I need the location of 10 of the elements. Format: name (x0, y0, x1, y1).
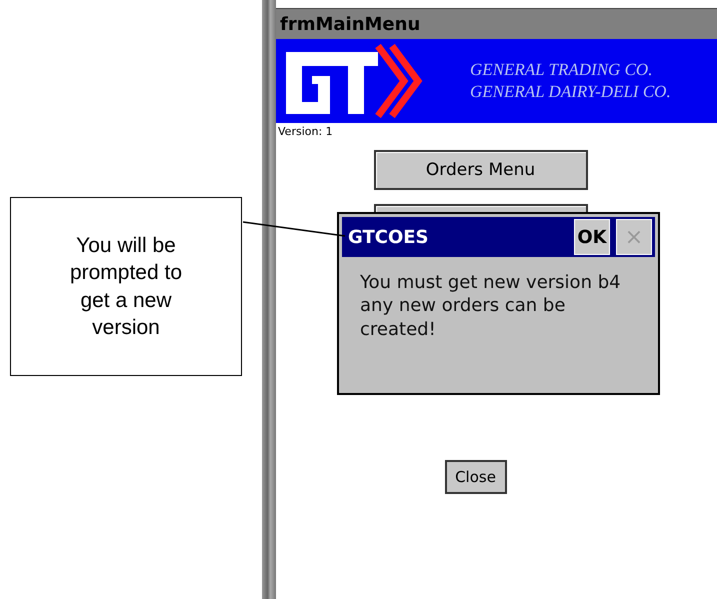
callout-text: You will be prompted to get a new version (10, 197, 242, 376)
company-name: GENERAL DAIRY-DELI CO. (470, 81, 671, 103)
dialog-title: GTCOES (348, 226, 430, 248)
close-button[interactable]: Close (444, 460, 506, 494)
version-label: Version: 1 (277, 124, 333, 138)
ok-button[interactable]: OK (574, 219, 610, 255)
company-name: GENERAL TRADING CO. (470, 58, 654, 81)
dialog-message: You must get new version b4 any new orders can be created! (359, 271, 622, 342)
menu-button[interactable]: Orders Menu (374, 150, 588, 190)
window-title: frmMainMenu (276, 8, 717, 39)
